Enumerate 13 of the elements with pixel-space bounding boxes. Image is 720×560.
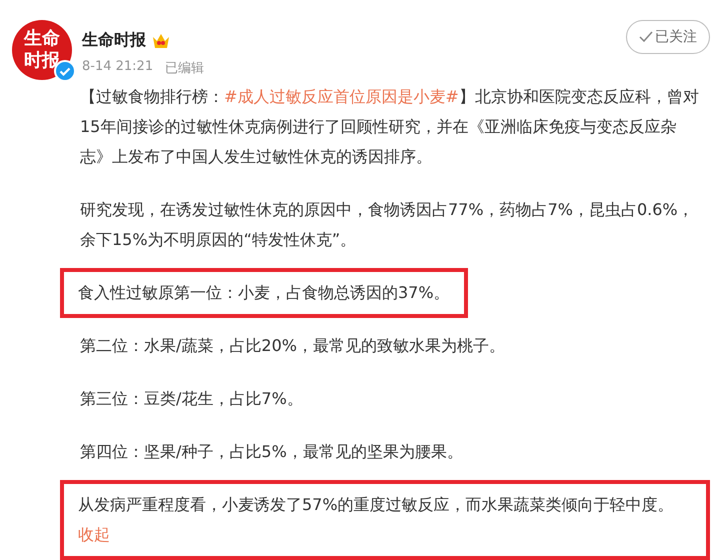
post-paragraph: 研究发现，在诱发过敏性休克的原因中，食物诱因占77%，药物占7%，昆虫占0.6%，余下15%为不明原因的“特发性休克”。 xyxy=(80,199,695,251)
follow-button[interactable]: 已关注 xyxy=(626,20,710,54)
post-paragraph: 从发病严重程度看，小麦诱发了57%的重度过敏反应，而水果蔬菜类倾向于轻中度。 收起 xyxy=(64,484,706,556)
edited-label[interactable]: 已编辑 xyxy=(165,59,204,77)
post-paragraph: 第二位：水果/蔬菜，占比20%，最常见的致敏水果为桃子。 xyxy=(80,335,506,357)
avatar[interactable]: 生命 时报 xyxy=(12,20,72,80)
check-icon xyxy=(639,31,653,43)
post-paragraph: 【过敏食物排行榜：#成人过敏反应首位原因是小麦#】北京协和医院变态反应科，曾对15年间接诊的过敏性休克病例进行了回顾性研究，并在《亚洲临床免疫与变态反应杂志》上发布了中国人发生过敏性休克的诱因排序。 xyxy=(80,86,700,168)
post-paragraph: 第四位：坚果/种子，占比5%，最常见的坚果为腰果。 xyxy=(80,441,464,463)
post-time[interactable]: 8-14 21:21 xyxy=(82,59,154,77)
collapse-link[interactable]: 收起 xyxy=(78,525,110,544)
author-name[interactable]: 生命时报 xyxy=(82,30,146,51)
post-paragraph: 第三位：豆类/花生，占比7%。 xyxy=(80,388,304,410)
